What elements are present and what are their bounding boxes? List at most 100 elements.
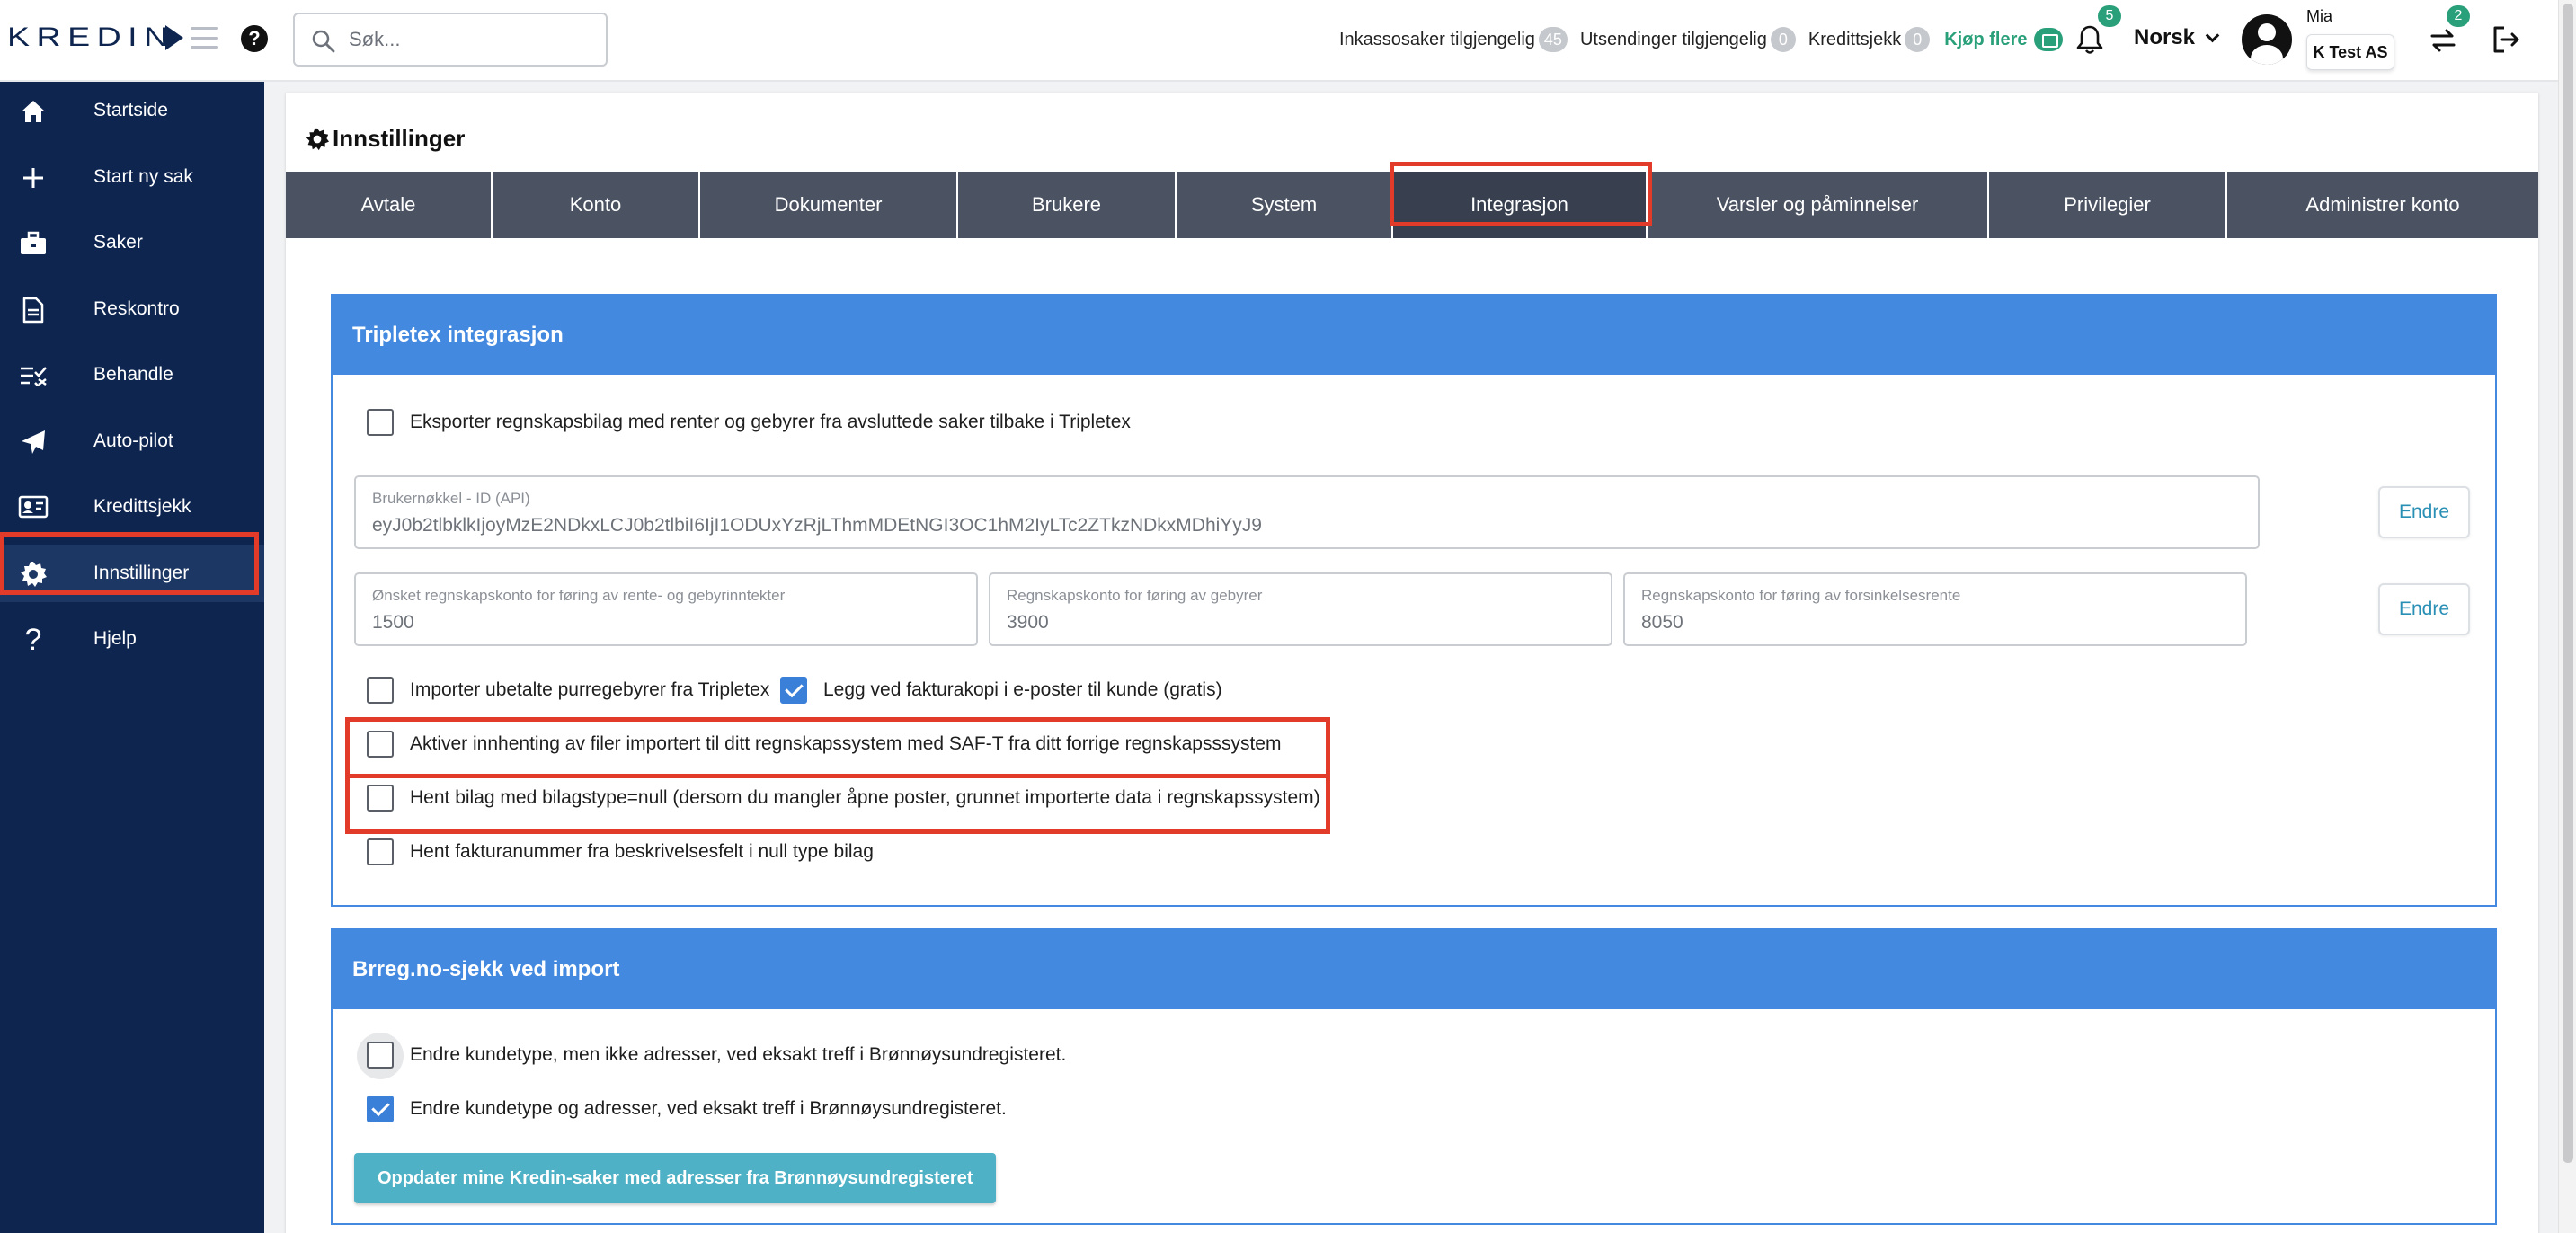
sidebar-item-kredittsjekk[interactable]: Kredittsjekk: [0, 478, 264, 536]
switch-count-badge: 2: [2447, 5, 2470, 27]
sidebar-item-label: Saker: [93, 232, 143, 253]
highlight-box-tab: [1390, 162, 1652, 226]
document-icon: [18, 297, 49, 324]
brreg-card-title: Brreg.no-sjekk ved import: [333, 930, 2495, 1009]
user-name: Mia: [2306, 7, 2333, 25]
account-late-interest-label: Regnskapskonto for føring av forsinkelse…: [1641, 587, 1961, 604]
api-key-label: Brukernøkkel - ID (API): [372, 490, 530, 507]
tripletex-card-title: Tripletex integrasjon: [333, 296, 2495, 375]
invoice-number-option[interactable]: Hent fakturanummer fra beskrivelsesfelt …: [367, 838, 874, 865]
page-title: Innstillinger: [306, 125, 465, 153]
home-icon: [18, 98, 49, 125]
usage-counters: Inkassosaker tilgjengelig 45 Utsendinger…: [1339, 25, 2064, 54]
attach-invoice-option[interactable]: Legg ved fakturakopi i e-poster til kund…: [780, 677, 1222, 704]
highlight-box-sidebar: [0, 532, 259, 595]
language-select[interactable]: Norsk: [2134, 25, 2220, 50]
sidebar-item-start-ny-sak[interactable]: Start ny sak: [0, 148, 264, 206]
account-interest-value: 1500: [372, 612, 414, 633]
buy-more-link[interactable]: Kjøp flere: [1944, 30, 2027, 50]
counter-badge-utsendinger: 0: [1770, 27, 1796, 52]
attach-invoice-checkbox[interactable]: [780, 677, 807, 704]
switch-account-icon[interactable]: [2427, 23, 2459, 56]
tab-dokumenter[interactable]: Dokumenter: [700, 172, 958, 238]
account-late-interest-value: 8050: [1641, 612, 1683, 633]
brreg-card: Brreg.no-sjekk ved import Endre kundetyp…: [331, 928, 2497, 1225]
scrollbar-thumb[interactable]: [2563, 4, 2573, 1163]
company-chip[interactable]: K Test AS: [2306, 34, 2394, 70]
export-checkbox[interactable]: [367, 409, 394, 436]
tab-avtale[interactable]: Avtale: [286, 172, 493, 238]
invoice-number-label: Hent fakturanummer fra beskrivelsesfelt …: [410, 841, 874, 862]
search-input[interactable]: [349, 23, 591, 56]
counter-badge-kredittsjekk: 0: [1905, 27, 1931, 52]
account-interest-label: Ønsket regnskapskonto for føring av rent…: [372, 587, 786, 604]
search-box: [293, 13, 608, 67]
brreg-type-address-checkbox[interactable]: [367, 1096, 394, 1122]
counter-label-inkasso: Inkassosaker tilgjengelig: [1339, 29, 1535, 49]
user-avatar-icon[interactable]: [2242, 14, 2292, 65]
sidebar-item-label: Kredittsjekk: [93, 496, 191, 517]
sidebar-item-label: Start ny sak: [93, 166, 193, 187]
notification-bell-icon[interactable]: [2074, 23, 2105, 56]
export-label: Eksporter regnskapsbilag med renter og g…: [410, 412, 1131, 432]
chevron-down-icon: [2205, 28, 2220, 42]
highlight-box-divider: [350, 774, 1326, 778]
page-scrollbar[interactable]: [2558, 0, 2576, 1233]
tab-brukere[interactable]: Brukere: [958, 172, 1177, 238]
counter-badge-inkasso: 45: [1538, 27, 1568, 52]
notification-count-badge: 5: [2098, 5, 2121, 27]
account-fee-value: 3900: [1007, 612, 1049, 633]
sidebar-item-startside[interactable]: Startside: [0, 82, 264, 139]
page-title-text: Innstillinger: [333, 125, 466, 152]
api-key-field[interactable]: Brukernøkkel - ID (API) eyJ0b2tlbklkIjoy…: [354, 475, 2260, 549]
account-fee-label: Regnskapskonto for føring av gebyrer: [1007, 587, 1263, 604]
brreg-type-address-label: Endre kundetype og adresser, ved eksakt …: [410, 1098, 1007, 1119]
update-brreg-button[interactable]: Oppdater mine Kredin-saker med adresser …: [354, 1153, 997, 1203]
sidebar-item-saker[interactable]: Saker: [0, 214, 264, 271]
logout-icon[interactable]: [2490, 23, 2522, 56]
search-icon: [312, 30, 335, 53]
invoice-number-checkbox[interactable]: [367, 838, 394, 865]
endre-accounts-button[interactable]: Endre: [2378, 583, 2470, 635]
account-fee-field[interactable]: Regnskapskonto for føring av gebyrer 390…: [989, 572, 1612, 646]
main-area: Innstillinger Avtale Konto Dokumenter Br…: [264, 82, 2558, 1233]
language-label: Norsk: [2134, 25, 2196, 49]
airplane-icon: [18, 429, 49, 456]
tab-privilegier[interactable]: Privilegier: [1989, 172, 2227, 238]
sidebar-item-reskontro[interactable]: Reskontro: [0, 280, 264, 338]
sidebar-item-hjelp[interactable]: ? Hjelp: [0, 610, 264, 668]
menu-toggle-icon[interactable]: [191, 27, 218, 49]
api-key-value: eyJ0b2tlbklkIjoyMzE2NDkxLCJ0b2tlbiI6IjI1…: [372, 515, 1262, 536]
tab-varsler[interactable]: Varsler og påminnelser: [1648, 172, 1989, 238]
sidebar-item-label: Reskontro: [93, 298, 180, 319]
tab-system[interactable]: System: [1177, 172, 1393, 238]
brreg-type-address-option[interactable]: Endre kundetype og adresser, ved eksakt …: [367, 1096, 1007, 1122]
account-late-interest-field[interactable]: Regnskapskonto for føring av forsinkelse…: [1623, 572, 2247, 646]
tab-administrer-konto[interactable]: Administrer konto: [2227, 172, 2538, 238]
import-fees-checkbox[interactable]: [367, 677, 394, 704]
import-fees-option[interactable]: Importer ubetalte purregebyrer fra Tripl…: [367, 677, 769, 704]
logo-text: KREDIN: [7, 22, 175, 52]
brreg-type-only-option[interactable]: Endre kundetype, men ikke adresser, ved …: [367, 1042, 1066, 1069]
export-option[interactable]: Eksporter regnskapsbilag med renter og g…: [367, 409, 1131, 436]
question-icon: ?: [24, 622, 42, 657]
sidebar-item-auto-pilot[interactable]: Auto-pilot: [0, 412, 264, 470]
gear-icon: [306, 128, 329, 150]
sidebar-item-label: Hjelp: [93, 628, 137, 649]
kredin-logo[interactable]: KREDIN: [7, 20, 183, 56]
credit-card-icon[interactable]: [2034, 28, 2064, 51]
tab-konto[interactable]: Konto: [493, 172, 700, 238]
id-card-icon: [18, 494, 49, 521]
sidebar-item-label: Auto-pilot: [93, 430, 173, 451]
endre-api-key-button[interactable]: Endre: [2378, 486, 2470, 538]
help-icon[interactable]: ?: [241, 25, 268, 52]
sidebar-item-behandle[interactable]: Behandle: [0, 346, 264, 404]
account-interest-field[interactable]: Ønsket regnskapskonto for føring av rent…: [354, 572, 978, 646]
brreg-type-only-checkbox[interactable]: [367, 1042, 394, 1069]
top-bar: KREDIN ? Inkassosaker tilgjengelig 45 Ut…: [0, 0, 2576, 82]
sidebar-item-label: Startside: [93, 100, 168, 120]
checklist-icon: [18, 362, 49, 389]
logo-arrow-icon: [165, 25, 183, 50]
sidebar-item-label: Behandle: [93, 364, 173, 385]
sidebar: Startside Start ny sak Saker Reskontro B…: [0, 82, 264, 1233]
